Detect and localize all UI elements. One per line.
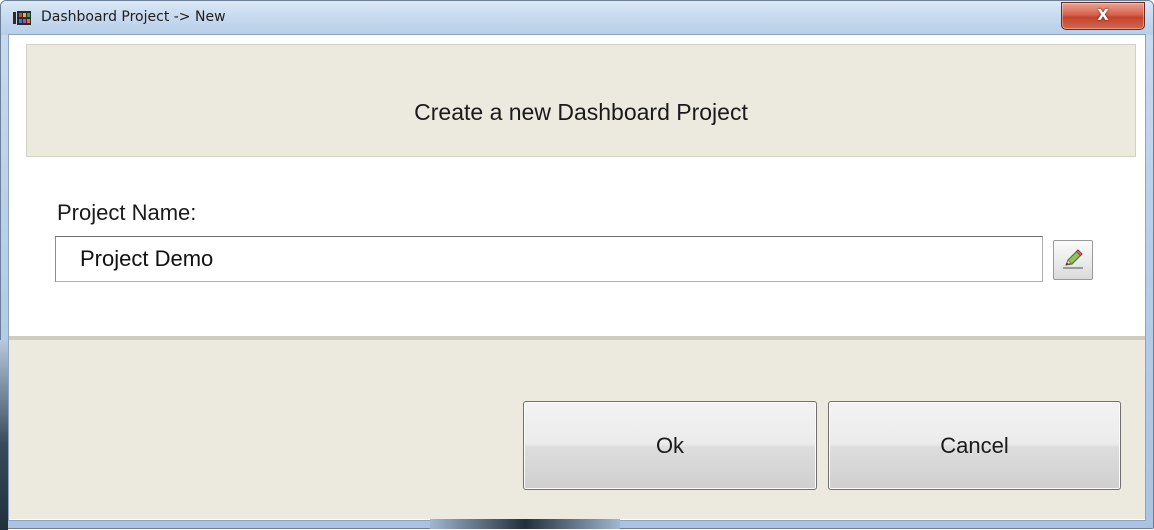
window-title: Dashboard Project -> New bbox=[41, 9, 226, 25]
edit-name-button[interactable] bbox=[1053, 240, 1093, 280]
title-bar[interactable]: Dashboard Project -> New X bbox=[1, 1, 1153, 35]
project-name-input[interactable] bbox=[55, 236, 1043, 282]
app-icon bbox=[13, 11, 31, 25]
ok-button[interactable]: Ok bbox=[523, 401, 817, 490]
pencil-icon bbox=[1063, 249, 1083, 269]
project-name-label: Project Name: bbox=[57, 200, 197, 225]
close-icon: X bbox=[1097, 6, 1109, 24]
window-frame-left bbox=[0, 340, 8, 530]
header-title: Create a new Dashboard Project bbox=[414, 99, 748, 125]
close-button[interactable]: X bbox=[1061, 2, 1145, 30]
cancel-button[interactable]: Cancel bbox=[828, 401, 1121, 490]
window-frame-bottom bbox=[430, 519, 620, 529]
header-panel: Create a new Dashboard Project bbox=[26, 44, 1136, 157]
